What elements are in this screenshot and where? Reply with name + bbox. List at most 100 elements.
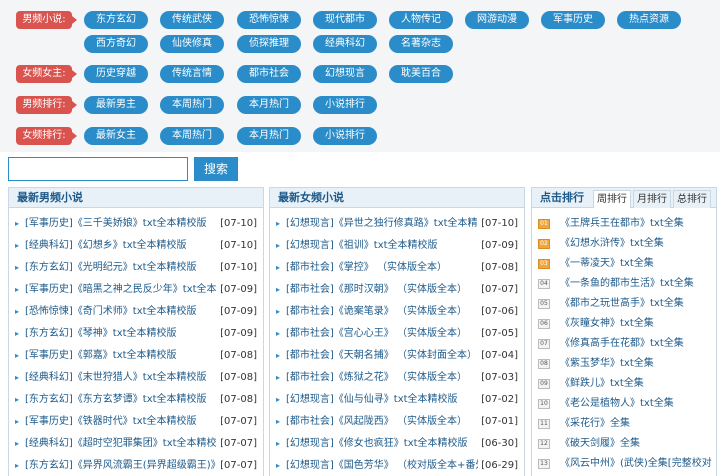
nav-link[interactable]: 经典科幻 <box>313 35 377 53</box>
list-item[interactable]: ▸ [军事历史]《暗黑之神之民反少年》txt全本精校版[07-09] <box>15 279 259 301</box>
list-item[interactable]: ▸ [都市社会]《宫心心王》 （实体版全本） [07-05] <box>276 323 520 345</box>
rank-item[interactable]: 06 《灰瞳女神》txt全集 <box>538 314 714 334</box>
nav-link[interactable]: 军事历史 <box>541 11 605 29</box>
item-title[interactable]: [东方玄幻]《光明纪元》txt全本精校版 <box>25 257 217 279</box>
nav-link[interactable]: 耽美百合 <box>389 65 453 83</box>
nav-link[interactable]: 恐怖惊悚 <box>237 11 301 29</box>
rank-item[interactable]: 03 《一蒂凌天》txt全集 <box>538 254 714 274</box>
list-item[interactable]: ▸ [都市社会]《诡案笔录》 （实体版全本） [07-06] <box>276 301 520 323</box>
list-item[interactable]: ▸ [幻想现言]《国色芳华》 （校对版全本+番外） [06-29] <box>276 455 520 476</box>
nav-link[interactable]: 传统言情 <box>160 65 224 83</box>
nav-link[interactable]: 网游动漫 <box>465 11 529 29</box>
tab-weekly[interactable]: 周排行 <box>593 190 631 208</box>
list-item[interactable]: ▸ [经典科幻]《超时空犯罪集团》txt全本精校版 [07-07] <box>15 433 259 455</box>
list-item[interactable]: ▸ [都市社会]《那时汉朝》 （实体版全本） [07-07] <box>276 279 520 301</box>
item-title[interactable]: [都市社会]《那时汉朝》 （实体版全本） <box>286 279 478 301</box>
tab-monthly[interactable]: 月排行 <box>633 190 671 208</box>
item-title[interactable]: [经典科幻]《超时空犯罪集团》txt全本精校版 <box>25 433 217 455</box>
nav-link[interactable]: 本周热门 <box>160 127 224 145</box>
item-title[interactable]: [幻想现言]《修女也疯狂》txt全本精校版 <box>286 433 478 455</box>
nav-link[interactable]: 传统武侠 <box>160 11 224 29</box>
list-item[interactable]: ▸ [军事历史]《三千美娇娘》txt全本精校版 [07-10] <box>15 213 259 235</box>
nav-link[interactable]: 侦探推理 <box>237 35 301 53</box>
list-item[interactable]: ▸ [恐怖惊悚]《奇门术师》txt全本精校版 [07-09] <box>15 301 259 323</box>
list-item[interactable]: ▸ [东方玄幻]《异界风流霸王(异界超级霸王)》txt全[07-07] <box>15 455 259 476</box>
list-item[interactable]: ▸ [军事历史]《郭嘉》txt全本精校版 [07-08] <box>15 345 259 367</box>
item-title[interactable]: [都市社会]《掌控》 （实体版全本） <box>286 257 478 279</box>
list-item[interactable]: ▸ [经典科幻]《末世狩猎人》txt全本精校版 [07-08] <box>15 367 259 389</box>
nav-link[interactable]: 小说排行 <box>313 127 377 145</box>
rank-item[interactable]: 05 《都市之玩世高手》txt全集 <box>538 294 714 314</box>
item-title[interactable]: [经典科幻]《幻想乡》txt全本精校版 <box>25 235 217 257</box>
nav-link[interactable]: 都市社会 <box>237 65 301 83</box>
rank-title[interactable]: 《一蒂凌天》txt全集 <box>560 254 714 274</box>
list-item[interactable]: ▸ [东方玄幻]《东方玄梦谭》txt全本精校版 [07-08] <box>15 389 259 411</box>
list-item[interactable]: ▸ [幻想现言]《修女也疯狂》txt全本精校版 [06-30] <box>276 433 520 455</box>
rank-title[interactable]: 《灰瞳女神》txt全集 <box>560 314 714 334</box>
nav-link[interactable]: 本月热门 <box>237 127 301 145</box>
list-item[interactable]: ▸ [东方玄幻]《琴神》txt全本精校版 [07-09] <box>15 323 259 345</box>
rank-item[interactable]: 13 《风云中州》(武侠)全集[完整校对 <box>538 454 714 474</box>
rank-title[interactable]: 《鲜跌儿》txt全集 <box>560 374 714 394</box>
nav-link[interactable]: 最新女主 <box>84 127 148 145</box>
nav-link[interactable]: 本周热门 <box>160 96 224 114</box>
rank-item[interactable]: 02 《幻想水浒传》txt全集 <box>538 234 714 254</box>
rank-title[interactable]: 《都市之玩世高手》txt全集 <box>560 294 714 314</box>
rank-title[interactable]: 《风云中州》(武侠)全集[完整校对 <box>560 454 714 474</box>
rank-item[interactable]: 10 《老公是植物人》txt全集 <box>538 394 714 414</box>
item-title[interactable]: [军事历史]《郭嘉》txt全本精校版 <box>25 345 217 367</box>
list-item[interactable]: ▸ [都市社会]《掌控》 （实体版全本） [07-08] <box>276 257 520 279</box>
item-title[interactable]: [恐怖惊悚]《奇门术师》txt全本精校版 <box>25 301 217 323</box>
nav-link[interactable]: 小说排行 <box>313 96 377 114</box>
rank-title[interactable]: 《幻想水浒传》txt全集 <box>560 234 714 254</box>
item-title[interactable]: [都市社会]《诡案笔录》 （实体版全本） <box>286 301 478 323</box>
nav-link[interactable]: 现代都市 <box>313 11 377 29</box>
list-item[interactable]: ▸ [都市社会]《炼狱之花》 （实体版全本） [07-03] <box>276 367 520 389</box>
rank-item[interactable]: 04 《一条鱼的都市生活》txt全集 <box>538 274 714 294</box>
item-title[interactable]: [军事历史]《暗黑之神之民反少年》txt全本精校版 <box>25 279 217 301</box>
nav-link[interactable]: 西方奇幻 <box>84 35 148 53</box>
list-item[interactable]: ▸ [军事历史]《铁器时代》txt全本精校版 [07-07] <box>15 411 259 433</box>
nav-link[interactable]: 人物传记 <box>389 11 453 29</box>
rank-title[interactable]: 《王牌兵王在都市》txt全集 <box>560 214 714 234</box>
search-button[interactable]: 搜索 <box>194 157 238 181</box>
rank-title[interactable]: 《老公是植物人》txt全集 <box>560 394 714 414</box>
list-item[interactable]: ▸ [幻想现言]《祖训》txt全本精校版 [07-09] <box>276 235 520 257</box>
list-item[interactable]: ▸ [幻想现言]《异世之独行修真路》txt全本精校版 [07-10] <box>276 213 520 235</box>
item-title[interactable]: [都市社会]《炼狱之花》 （实体版全本） <box>286 367 478 389</box>
rank-title[interactable]: 《修真高手在花都》txt全集 <box>560 334 714 354</box>
rank-item[interactable]: 01 《王牌兵王在都市》txt全集 <box>538 214 714 234</box>
list-item[interactable]: ▸ [幻想现言]《仙与仙寻》txt全本精校版 [07-02] <box>276 389 520 411</box>
item-title[interactable]: [东方玄幻]《琴神》txt全本精校版 <box>25 323 217 345</box>
rank-title[interactable]: 《一条鱼的都市生活》txt全集 <box>560 274 714 294</box>
rank-title[interactable]: 《紫玉梦华》txt全集 <box>560 354 714 374</box>
list-item[interactable]: ▸ [都市社会]《风起陇西》 （实体版全本） [07-01] <box>276 411 520 433</box>
nav-link[interactable]: 仙侠修真 <box>160 35 224 53</box>
nav-link[interactable]: 名著杂志 <box>389 35 453 53</box>
item-title[interactable]: [幻想现言]《国色芳华》 （校对版全本+番外） <box>286 455 478 476</box>
item-title[interactable]: [幻想现言]《异世之独行修真路》txt全本精校版 <box>286 213 478 235</box>
nav-link[interactable]: 历史穿越 <box>84 65 148 83</box>
item-title[interactable]: [军事历史]《三千美娇娘》txt全本精校版 <box>25 213 217 235</box>
rank-item[interactable]: 09 《鲜跌儿》txt全集 <box>538 374 714 394</box>
nav-link[interactable]: 热点资源 <box>617 11 681 29</box>
item-title[interactable]: [幻想现言]《祖训》txt全本精校版 <box>286 235 478 257</box>
tab-total[interactable]: 总排行 <box>673 190 711 208</box>
item-title[interactable]: [都市社会]《宫心心王》 （实体版全本） <box>286 323 478 345</box>
search-input[interactable] <box>8 157 188 181</box>
nav-link[interactable]: 幻想现言 <box>313 65 377 83</box>
rank-item[interactable]: 12 《破天剑履》全集 <box>538 434 714 454</box>
item-title[interactable]: [幻想现言]《仙与仙寻》txt全本精校版 <box>286 389 478 411</box>
list-item[interactable]: ▸ [经典科幻]《幻想乡》txt全本精校版 [07-10] <box>15 235 259 257</box>
rank-item[interactable]: 11 《采花行》全集 <box>538 414 714 434</box>
nav-link[interactable]: 最新男主 <box>84 96 148 114</box>
item-title[interactable]: [东方玄幻]《东方玄梦谭》txt全本精校版 <box>25 389 217 411</box>
nav-link[interactable]: 东方玄幻 <box>84 11 148 29</box>
item-title[interactable]: [军事历史]《铁器时代》txt全本精校版 <box>25 411 217 433</box>
rank-title[interactable]: 《采花行》全集 <box>560 414 714 434</box>
list-item[interactable]: ▸ [都市社会]《天朝名捕》 （实体封面全本） [07-04] <box>276 345 520 367</box>
item-title[interactable]: [经典科幻]《末世狩猎人》txt全本精校版 <box>25 367 217 389</box>
item-title[interactable]: [都市社会]《天朝名捕》 （实体封面全本） <box>286 345 478 367</box>
list-item[interactable]: ▸ [东方玄幻]《光明纪元》txt全本精校版 [07-10] <box>15 257 259 279</box>
item-title[interactable]: [都市社会]《风起陇西》 （实体版全本） <box>286 411 478 433</box>
